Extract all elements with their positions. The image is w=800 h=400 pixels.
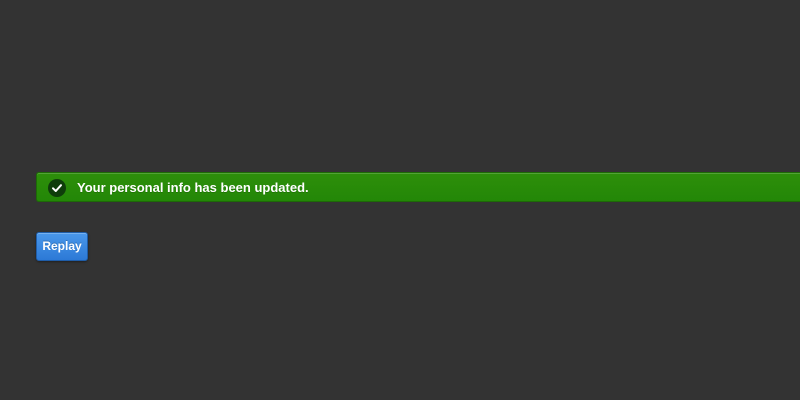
alert-message: Your personal info has been updated. bbox=[77, 180, 309, 195]
check-circle-icon bbox=[48, 179, 66, 197]
success-alert: Your personal info has been updated. bbox=[36, 172, 800, 202]
replay-button[interactable]: Replay bbox=[36, 232, 88, 261]
page: Your personal info has been updated. Rep… bbox=[0, 0, 800, 400]
